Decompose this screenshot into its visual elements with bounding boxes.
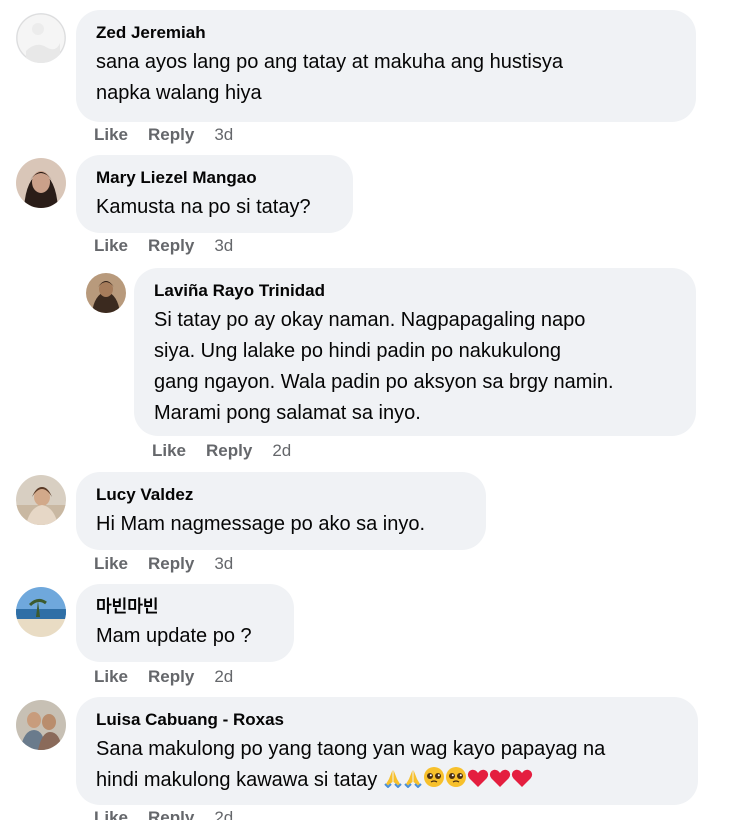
comment-item: 마빈마빈 Mam update po ? Like Reply 2d [16, 584, 736, 694]
comment-bubble: Luisa Cabuang - Roxas Sana makulong po y… [76, 697, 698, 805]
avatar[interactable] [16, 475, 66, 525]
comment-bubble: Lucy Valdez Hi Mam nagmessage po ako sa … [76, 472, 486, 550]
comment-actions: Like Reply 2d [152, 441, 311, 461]
comment-item: Lucy Valdez Hi Mam nagmessage po ako sa … [16, 472, 736, 582]
praying-hands-icon [403, 767, 423, 798]
comment-text: sana ayos lang po ang tatay at makuha an… [96, 51, 563, 104]
comment-bubble: Laviña Rayo Trinidad Si tatay po ay okay… [134, 268, 696, 436]
reply-button[interactable]: Reply [148, 808, 194, 820]
comment-actions: Like Reply 2d [94, 667, 253, 687]
emoji-row [383, 767, 533, 791]
comment-author[interactable]: Laviña Rayo Trinidad [154, 280, 676, 302]
comment-timestamp[interactable]: 3d [214, 236, 233, 255]
comment-actions: Like Reply 3d [94, 236, 253, 256]
pleading-face-icon [423, 766, 445, 798]
comment-actions: Like Reply 2d [94, 808, 253, 820]
comment-author[interactable]: Mary Liezel Mangao [96, 167, 333, 189]
comment-timestamp[interactable]: 2d [272, 441, 291, 460]
comment-timestamp[interactable]: 2d [214, 667, 233, 686]
like-button[interactable]: Like [94, 554, 128, 573]
like-button[interactable]: Like [94, 808, 128, 820]
reply-button[interactable]: Reply [148, 554, 194, 573]
comment-author[interactable]: 마빈마빈 [96, 596, 274, 618]
comment-text: Kamusta na po si tatay? [96, 196, 311, 218]
pleading-face-icon [445, 766, 467, 798]
like-button[interactable]: Like [94, 125, 128, 144]
comment-actions: Like Reply 3d [94, 554, 253, 574]
like-button[interactable]: Like [94, 667, 128, 686]
praying-hands-icon [383, 767, 403, 798]
comment-bubble: Zed Jeremiah sana ayos lang po ang tatay… [76, 10, 696, 122]
comment-author[interactable]: Luisa Cabuang - Roxas [96, 709, 678, 731]
comment-text: Hi Mam nagmessage po ako sa inyo. [96, 513, 426, 535]
comment-bubble: Mary Liezel Mangao Kamusta na po si tata… [76, 155, 353, 233]
like-button[interactable]: Like [94, 236, 128, 255]
comment-timestamp[interactable]: 3d [214, 554, 233, 573]
avatar[interactable] [16, 700, 66, 750]
comment-item: Luisa Cabuang - Roxas Sana makulong po y… [16, 697, 736, 820]
comment-actions: Like Reply 3d [94, 125, 253, 145]
comment-text: Si tatay po ay okay naman. Nagpapagaling… [154, 309, 614, 424]
avatar[interactable] [16, 587, 66, 637]
comment-text: Sana makulong po yang taong yan wag kayo… [96, 734, 678, 798]
comment-timestamp[interactable]: 3d [214, 125, 233, 144]
comment-bubble: 마빈마빈 Mam update po ? [76, 584, 294, 662]
avatar[interactable] [16, 13, 66, 63]
avatar[interactable] [86, 273, 126, 313]
reply-button[interactable]: Reply [148, 125, 194, 144]
comment-author[interactable]: Zed Jeremiah [96, 22, 676, 44]
comment-text: Mam update po ? [96, 625, 252, 647]
comment-item: Mary Liezel Mangao Kamusta na po si tata… [16, 155, 736, 265]
red-heart-icon [467, 767, 489, 798]
comment-timestamp[interactable]: 2d [214, 808, 233, 820]
comment-author[interactable]: Lucy Valdez [96, 484, 466, 506]
reply-button[interactable]: Reply [206, 441, 252, 460]
like-button[interactable]: Like [152, 441, 186, 460]
red-heart-icon [511, 767, 533, 798]
avatar[interactable] [16, 158, 66, 208]
reply-button[interactable]: Reply [148, 236, 194, 255]
reply-item: Laviña Rayo Trinidad Si tatay po ay okay… [86, 268, 736, 468]
red-heart-icon [489, 767, 511, 798]
reply-button[interactable]: Reply [148, 667, 194, 686]
comment-item: Zed Jeremiah sana ayos lang po ang tatay… [16, 10, 736, 150]
